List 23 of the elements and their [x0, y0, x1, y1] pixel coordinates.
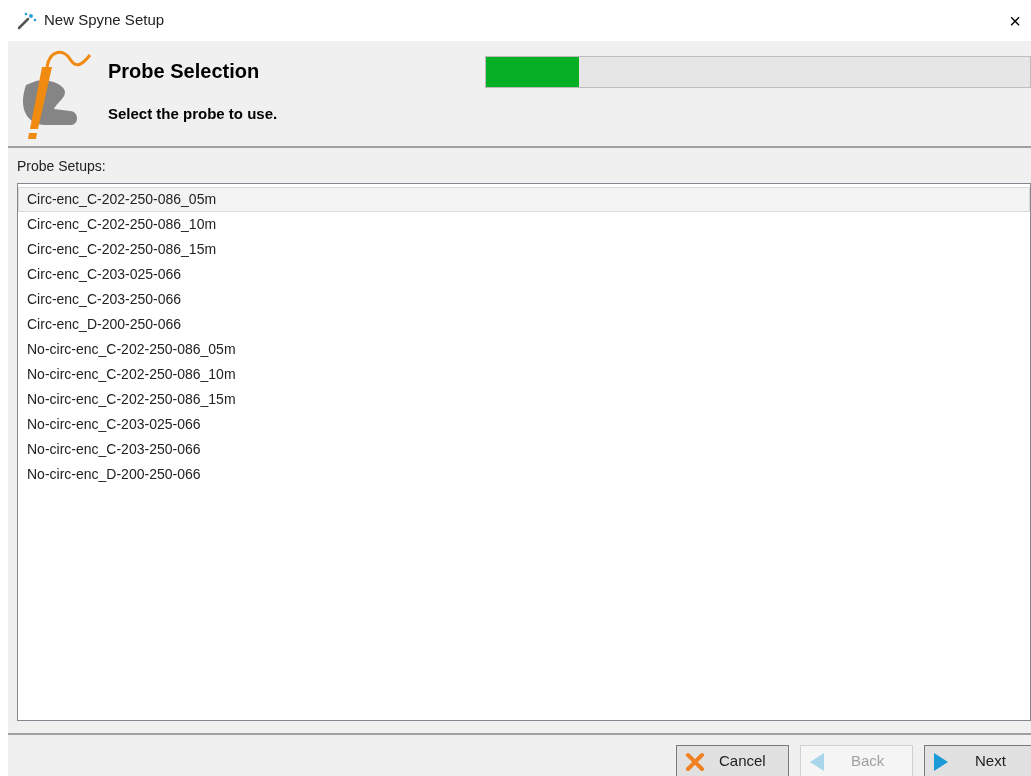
list-item[interactable]: No-circ-enc_C-202-250-086_10m: [18, 362, 1030, 387]
magic-wand-icon: [17, 11, 37, 30]
list-item[interactable]: No-circ-enc_C-203-025-066: [18, 412, 1030, 437]
list-label: Probe Setups:: [17, 157, 107, 176]
close-button[interactable]: ×: [1005, 10, 1025, 31]
list-item[interactable]: No-circ-enc_D-200-250-066: [18, 462, 1030, 487]
window-title: New Spyne Setup: [44, 10, 165, 31]
list-item[interactable]: Circ-enc_C-203-025-066: [18, 262, 1030, 287]
list-item[interactable]: Circ-enc_C-203-250-066: [18, 287, 1030, 312]
list-item[interactable]: Circ-enc_C-202-250-086_05m: [18, 187, 1030, 212]
cancel-button[interactable]: Cancel: [676, 745, 789, 776]
left-arrow-icon: [809, 751, 825, 772]
list-item[interactable]: No-circ-enc_C-202-250-086_15m: [18, 387, 1030, 412]
next-button[interactable]: Next: [924, 745, 1031, 776]
list-item[interactable]: No-circ-enc_C-203-250-066: [18, 437, 1030, 462]
list-item[interactable]: Circ-enc_C-202-250-086_15m: [18, 237, 1030, 262]
close-icon: [685, 751, 705, 772]
list-item[interactable]: No-circ-enc_C-202-250-086_05m: [18, 337, 1030, 362]
list-item[interactable]: Circ-enc_C-202-250-086_10m: [18, 212, 1030, 237]
list-item[interactable]: Circ-enc_D-200-250-066: [18, 312, 1030, 337]
right-arrow-icon: [933, 751, 949, 772]
page-title: Probe Selection: [108, 61, 261, 81]
page-subtitle: Select the probe to use.: [108, 104, 278, 124]
